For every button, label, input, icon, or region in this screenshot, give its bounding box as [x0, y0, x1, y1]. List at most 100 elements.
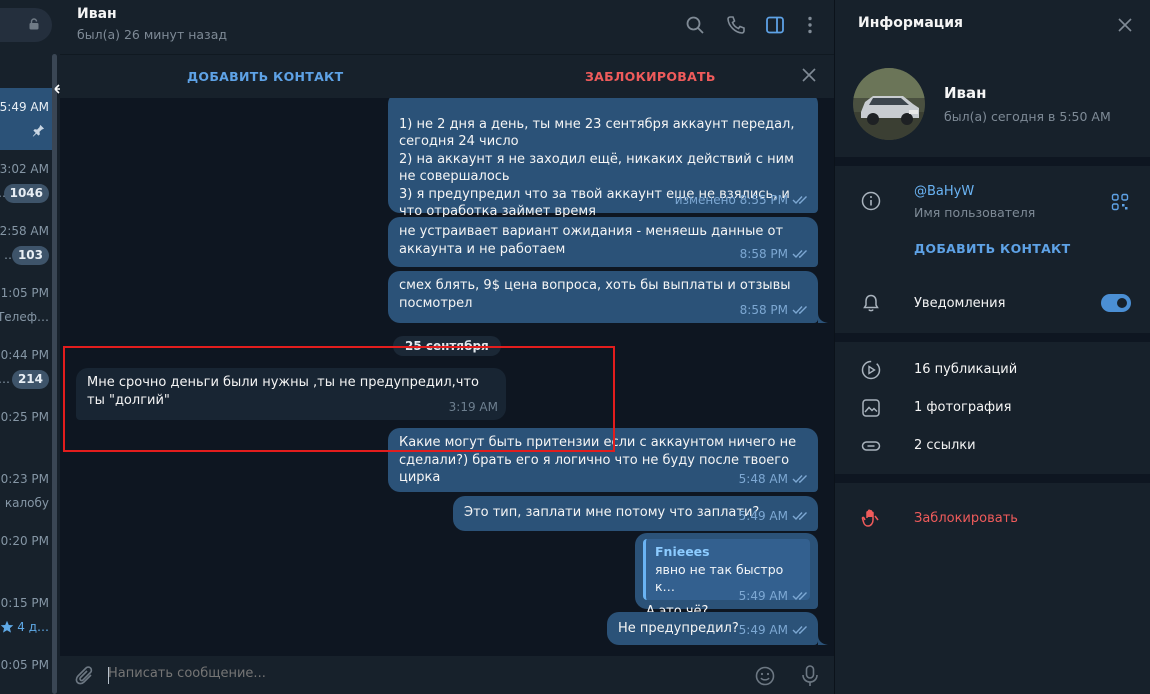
qr-code-icon[interactable] — [1111, 193, 1129, 211]
chat-list-item[interactable]: 12:58 AM … 103 — [0, 212, 52, 274]
message-incoming[interactable]: Мне срочно деньги были нужны ,ты не пред… — [76, 368, 506, 420]
message-outgoing[interactable]: 1) не 2 дня а день, ты мне 23 сентября а… — [388, 98, 818, 219]
notifications-toggle[interactable] — [1101, 294, 1131, 312]
message-outgoing[interactable]: не устраивает вариант ожидания - меняешь… — [388, 217, 818, 267]
message-meta: 5:48 AM — [739, 471, 810, 489]
divider — [835, 333, 1150, 342]
double-check-icon — [792, 250, 807, 259]
info-panel-title: Информация — [858, 15, 963, 31]
message-time: 8:58 PM — [739, 302, 788, 317]
double-check-icon — [792, 626, 807, 635]
links-count[interactable]: 2 ссылки — [914, 438, 976, 453]
message-outgoing[interactable]: смех блять, 9$ цена вопроса, хоть бы вып… — [388, 271, 818, 323]
add-contact-button[interactable]: ДОБАВИТЬ КОНТАКТ — [187, 69, 343, 84]
message-input[interactable] — [108, 666, 708, 681]
message-meta: 5:49 AM — [739, 588, 810, 606]
chat-list-item[interactable]: 3:02 AM … 1046 — [0, 150, 52, 212]
divider — [835, 474, 1150, 483]
link-icon — [861, 441, 881, 451]
message-meta: 8:58 PM — [740, 302, 810, 320]
date-separator: 25 сентября — [393, 336, 501, 356]
pin-icon — [32, 124, 45, 137]
chat-time: 12:58 AM — [0, 224, 49, 238]
double-check-icon — [792, 512, 807, 521]
message-meta: 5:49 AM — [739, 622, 810, 640]
username-link[interactable]: @BaHyW — [914, 184, 974, 199]
posts-count[interactable]: 16 публикаций — [914, 362, 1017, 377]
photo-icon — [862, 399, 880, 417]
message-composer — [60, 656, 834, 694]
posts-icon — [861, 360, 881, 380]
chat-status: был(а) 26 минут назад — [77, 27, 227, 42]
chat-title[interactable]: Иван — [77, 6, 117, 22]
microphone-icon[interactable] — [799, 664, 821, 688]
chat-preview: калобу — [4, 496, 49, 510]
chat-time: 10:05 PM — [0, 658, 49, 672]
chat-time: 3:02 AM — [0, 162, 49, 176]
more-options-icon[interactable] — [799, 14, 821, 36]
message-outgoing-reply[interactable]: Fnieees явно не так быстро к… А это чё? … — [635, 533, 818, 619]
attach-icon[interactable] — [74, 665, 96, 687]
message-time: 5:49 AM — [738, 588, 788, 603]
block-hand-icon — [861, 509, 879, 527]
message-meta: 8:58 PM — [740, 246, 810, 264]
reply-author: Fnieees — [655, 544, 710, 559]
chat-list-item[interactable]: 10:20 PM — [0, 522, 52, 584]
search-icon[interactable] — [684, 14, 706, 36]
bubble-tail — [818, 635, 828, 645]
info-icon — [861, 191, 881, 211]
message-outgoing[interactable]: Не предупредил? 5:49 AM — [607, 612, 818, 645]
message-text: не устраивает вариант ожидания - меняешь… — [399, 224, 784, 257]
double-check-icon — [792, 475, 807, 484]
chat-list: 5:49 AM 3:02 AM … 1046 12:58 AM … 103 11… — [0, 0, 60, 694]
toggle-knob — [1114, 295, 1130, 311]
message-outgoing[interactable]: Какие могут быть притензии если с аккаун… — [388, 428, 818, 492]
chat-time: 10:15 PM — [0, 596, 49, 610]
message-meta: изменено 8:55 PM — [675, 192, 810, 210]
block-user-button[interactable]: Заблокировать — [914, 511, 1018, 526]
message-text: Какие могут быть притензии если с аккаун… — [399, 435, 797, 485]
avatar[interactable] — [853, 68, 925, 140]
lock-icon[interactable] — [28, 18, 40, 30]
unread-badge: 1046 — [3, 184, 49, 203]
close-icon[interactable] — [801, 67, 817, 83]
message-text: Не предупредил? — [618, 621, 739, 636]
chat-list-scrollbar[interactable] — [52, 54, 57, 694]
message-list[interactable]: 1) не 2 дня а день, ты мне 23 сентября а… — [60, 98, 834, 656]
chat-list-item[interactable]: 10:05 PM — [0, 646, 52, 694]
profile-status: был(а) сегодня в 5:50 AM — [944, 109, 1111, 124]
chat-list-item[interactable]: 11:05 PM Телеф… — [0, 274, 52, 336]
bell-icon — [863, 294, 879, 312]
message-meta: 3:19 AM — [449, 399, 498, 417]
chat-list-item[interactable]: 10:44 PM … 214 — [0, 336, 52, 398]
chat-list-item[interactable]: 10:15 PM 4 д… — [0, 584, 52, 646]
message-outgoing[interactable]: Это тип, заплати мне потому что заплати?… — [453, 496, 818, 531]
message-time: 3:19 AM — [448, 399, 498, 414]
block-user-button[interactable]: ЗАБЛОКИРОВАТЬ — [585, 69, 716, 84]
message-time: 8:58 PM — [739, 246, 788, 261]
username-label: Имя пользователя — [914, 205, 1036, 220]
add-contact-button[interactable]: ДОБАВИТЬ КОНТАКТ — [914, 241, 1070, 256]
chat-list-item[interactable]: 10:25 PM — [0, 398, 52, 460]
chat-list-search-area[interactable] — [0, 8, 52, 42]
bubble-tail — [818, 313, 828, 323]
contact-action-bar: ДОБАВИТЬ КОНТАКТ ЗАБЛОКИРОВАТЬ — [60, 54, 834, 98]
emoji-icon[interactable] — [754, 665, 776, 687]
close-icon[interactable] — [1117, 17, 1133, 33]
chat-preview: 4 д… — [17, 620, 49, 634]
phone-icon[interactable] — [725, 14, 747, 36]
message-time: 5:49 AM — [738, 622, 788, 637]
double-check-icon — [792, 306, 807, 315]
star-icon — [0, 620, 14, 633]
profile-name: Иван — [944, 84, 987, 102]
chat-time: 10:20 PM — [0, 534, 49, 548]
chat-time: 10:23 PM — [0, 472, 49, 486]
message-time: изменено 8:55 PM — [674, 192, 788, 207]
chat-list-item[interactable]: 10:23 PM калобу — [0, 460, 52, 522]
photos-count[interactable]: 1 фотография — [914, 400, 1011, 415]
message-text: смех блять, 9$ цена вопроса, хоть бы вып… — [399, 278, 791, 311]
chat-list-item[interactable]: 5:49 AM — [0, 88, 52, 150]
sidebar-toggle-icon[interactable] — [764, 14, 786, 36]
message-text: Это тип, заплати мне потому что заплати? — [464, 505, 760, 520]
notifications-label: Уведомления — [914, 296, 1006, 311]
